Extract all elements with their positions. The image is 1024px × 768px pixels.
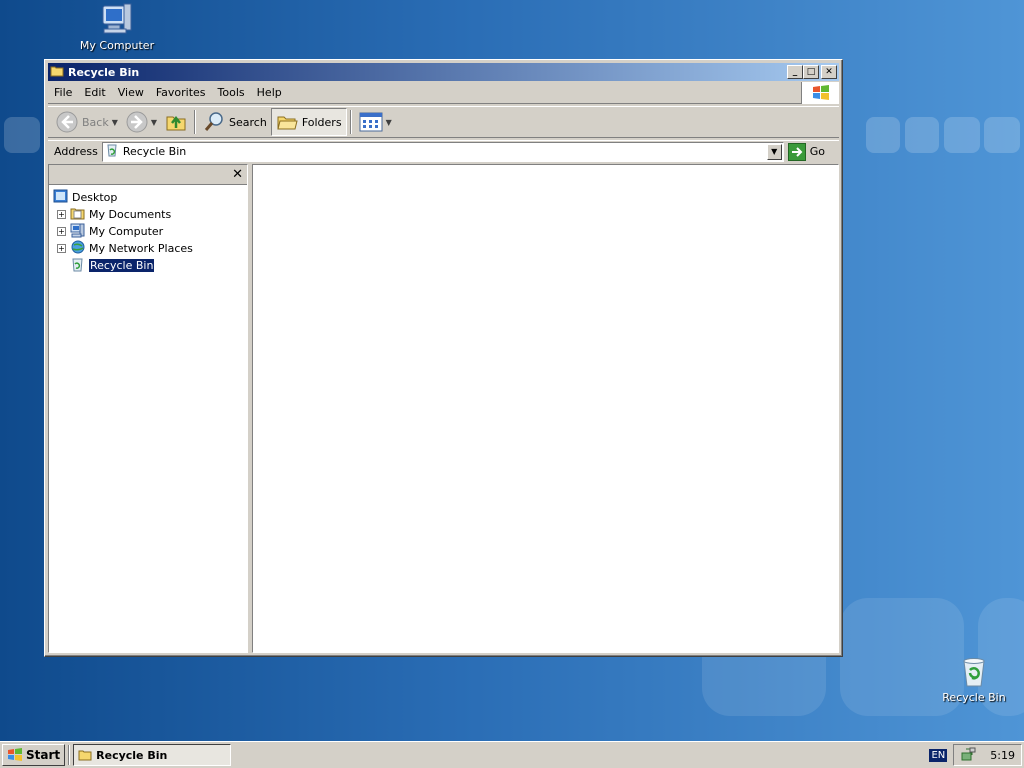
windows-logo-icon	[801, 81, 839, 104]
back-button[interactable]: Back ▼	[52, 108, 122, 136]
menu-bar: File Edit View Favorites Tools Help	[48, 81, 839, 104]
taskbar-separator	[68, 745, 71, 765]
tree-item-label: Recycle Bin	[87, 258, 156, 273]
desktop-decoration	[944, 117, 980, 153]
expand-icon[interactable]: +	[57, 210, 66, 219]
desktop-icon-recycle-bin[interactable]: Recycle Bin	[929, 656, 1019, 704]
back-label: Back	[82, 115, 109, 129]
my-computer-icon	[70, 223, 85, 241]
recycle-bin-icon	[963, 658, 985, 687]
tree-item-my-documents[interactable]: + My Documents	[53, 206, 247, 223]
go-button[interactable]: Go	[787, 142, 839, 161]
search-label: Search	[229, 115, 267, 129]
menu-file[interactable]: File	[48, 84, 78, 101]
toolbar-separator	[194, 110, 197, 134]
windows-logo-icon	[8, 748, 22, 761]
tree-item-label: Desktop	[72, 191, 118, 204]
folders-button[interactable]: Folders	[270, 108, 347, 136]
folders-icon	[277, 116, 298, 130]
window-title: Recycle Bin	[68, 65, 140, 79]
tree-item-my-network-places[interactable]: + My Network Places	[53, 240, 247, 257]
address-label: Address	[54, 145, 98, 158]
maximize-icon: □	[806, 67, 816, 77]
tree-item-desktop[interactable]: Desktop	[53, 189, 247, 206]
expand-icon[interactable]: +	[57, 244, 66, 253]
desktop-icon	[53, 189, 68, 207]
search-button[interactable]: Search	[199, 108, 271, 136]
clock[interactable]: 5:19	[990, 749, 1015, 762]
minimize-icon: _	[792, 67, 798, 77]
system-tray: 5:19	[953, 744, 1022, 766]
chevron-down-icon: ▼	[150, 117, 158, 127]
taskbar-item-label: Recycle Bin	[96, 748, 168, 762]
menu-help[interactable]: Help	[251, 84, 288, 101]
desktop-icon-label: Recycle Bin	[942, 691, 1006, 704]
address-dropdown-button[interactable]: ▼	[766, 143, 782, 160]
close-icon[interactable]: ✕	[232, 167, 243, 182]
network-places-icon	[70, 240, 85, 258]
desktop-decoration	[984, 117, 1020, 153]
up-folder-button[interactable]	[161, 108, 191, 136]
taskbar: Start Recycle Bin EN 5:19	[0, 741, 1024, 768]
address-value: Recycle Bin	[122, 145, 187, 158]
my-documents-icon	[70, 206, 85, 224]
menu-edit[interactable]: Edit	[78, 84, 111, 101]
folders-pane-header: ✕	[49, 165, 247, 185]
folders-pane: ✕ Desktop + My Documents + My Computer +…	[48, 164, 248, 653]
menu-tools[interactable]: Tools	[212, 84, 251, 101]
my-computer-icon	[102, 3, 132, 34]
chevron-down-icon: ▼	[111, 117, 118, 127]
desktop-decoration	[905, 117, 939, 153]
expand-icon[interactable]: +	[57, 227, 66, 236]
chevron-down-icon: ▼	[385, 117, 392, 127]
taskbar-item-recycle-bin[interactable]: Recycle Bin	[73, 744, 232, 766]
desktop-icon-label: My Computer	[79, 39, 155, 52]
title-bar[interactable]: Recycle Bin _ □ ✕	[48, 63, 839, 81]
tree-item-my-computer[interactable]: + My Computer	[53, 223, 247, 240]
views-button[interactable]: ▼	[355, 108, 396, 136]
menu-favorites[interactable]: Favorites	[150, 84, 212, 101]
folder-icon	[50, 65, 64, 80]
up-folder-icon	[166, 115, 186, 131]
forward-arrow-icon	[126, 111, 148, 133]
recycle-bin-icon	[105, 143, 119, 160]
menu-view[interactable]: View	[112, 84, 150, 101]
maximize-button[interactable]: □	[803, 65, 819, 79]
folder-icon	[78, 750, 92, 761]
tree-item-label: My Documents	[89, 208, 172, 221]
minimize-button[interactable]: _	[787, 65, 803, 79]
search-icon	[204, 112, 223, 131]
file-list-view[interactable]	[252, 164, 839, 653]
network-tray-icon[interactable]	[960, 747, 976, 763]
folders-label: Folders	[301, 115, 342, 129]
views-icon	[359, 112, 383, 132]
recycle-bin-icon	[70, 257, 85, 275]
chevron-down-icon: ▼	[771, 147, 778, 156]
tree-item-recycle-bin[interactable]: Recycle Bin	[53, 257, 247, 274]
forward-button[interactable]: ▼	[122, 108, 161, 136]
start-label: Start	[26, 748, 61, 762]
start-button[interactable]: Start	[2, 744, 66, 766]
go-arrow-icon	[787, 142, 806, 161]
folder-tree: Desktop + My Documents + My Computer + M…	[49, 185, 247, 274]
language-indicator[interactable]: EN	[929, 748, 948, 762]
explorer-window: Recycle Bin _ □ ✕ File Edit View Favorit…	[44, 59, 843, 657]
standard-toolbar: Back ▼ ▼ Search Folders ▼	[48, 106, 839, 138]
go-label: Go	[809, 145, 825, 158]
back-arrow-icon	[56, 111, 78, 133]
toolbar-separator	[349, 110, 352, 134]
desktop-decoration	[4, 117, 40, 153]
tree-item-label: My Computer	[89, 225, 164, 238]
close-button[interactable]: ✕	[821, 65, 837, 79]
close-icon: ✕	[825, 67, 833, 77]
address-input[interactable]: Recycle Bin ▼	[101, 141, 784, 162]
address-bar: Address Recycle Bin ▼ Go	[48, 140, 839, 162]
tree-item-label: My Network Places	[89, 242, 193, 255]
desktop-decoration	[866, 117, 900, 153]
desktop-icon-my-computer[interactable]: My Computer	[72, 2, 162, 52]
content-area: ✕ Desktop + My Documents + My Computer +…	[48, 164, 839, 653]
